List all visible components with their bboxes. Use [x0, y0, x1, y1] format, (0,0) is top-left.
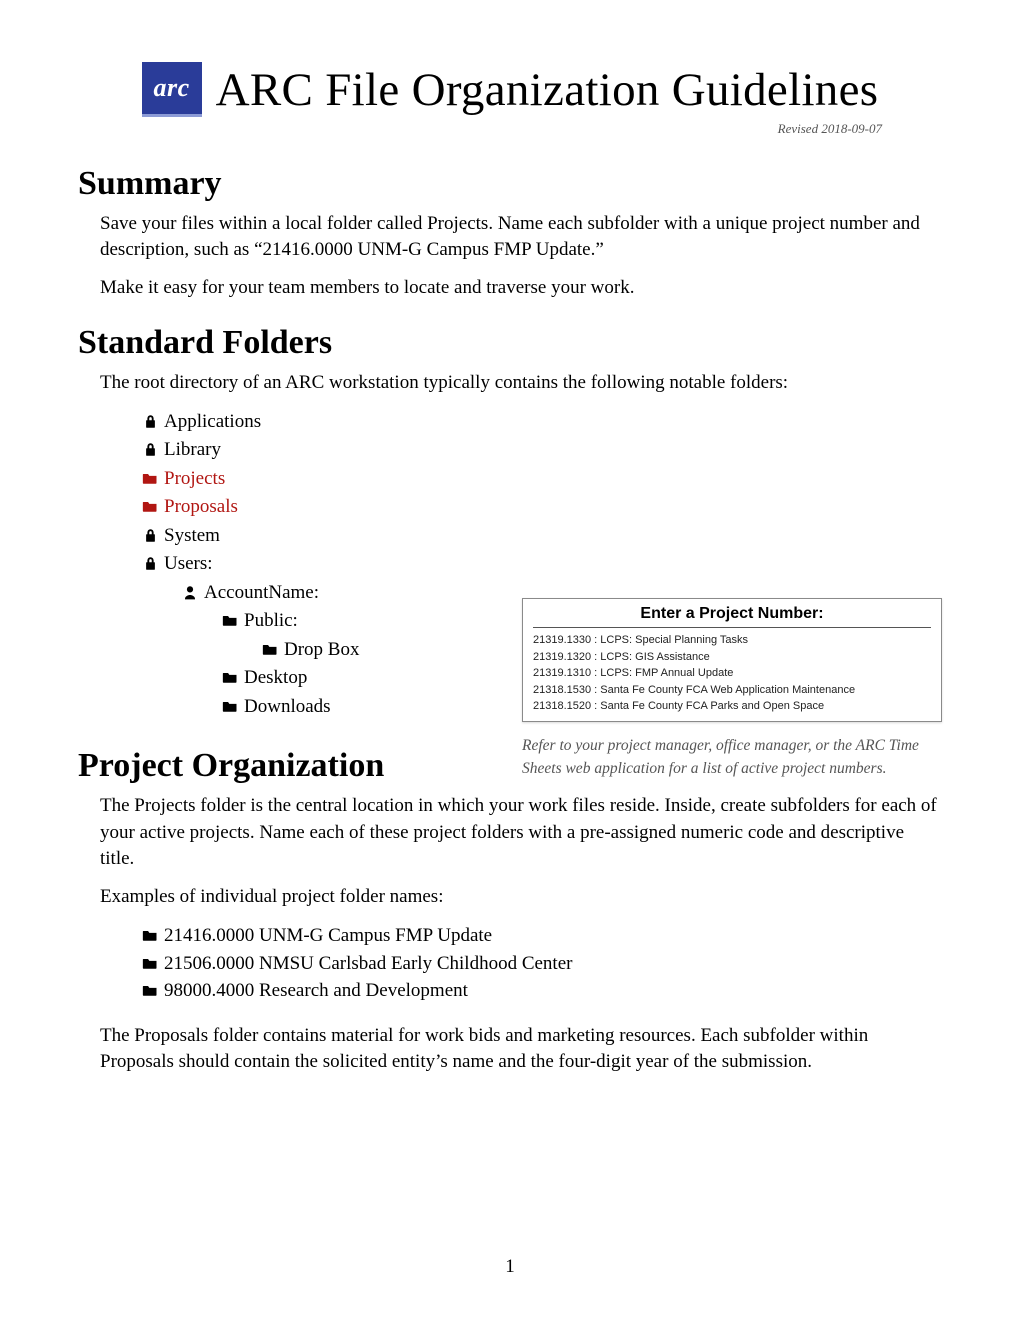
project-row: 21318.1530 : Santa Fe County FCA Web App…	[533, 682, 931, 699]
project-row: 21319.1310 : LCPS: FMP Annual Update	[533, 665, 931, 682]
project-row: 21319.1330 : LCPS: Special Planning Task…	[533, 632, 931, 649]
heading-summary: Summary	[78, 165, 942, 203]
heading-standard-folders: Standard Folders	[78, 324, 942, 362]
lock-icon	[140, 436, 160, 465]
revised-date: Revised 2018-09-07	[78, 121, 882, 137]
example-item: 98000.4000 Research and Development	[164, 980, 468, 1001]
folder-label: System	[164, 525, 220, 546]
folder-icon	[140, 922, 160, 950]
project-lookup-heading: Enter a Project Number:	[533, 605, 931, 627]
project-org-paragraph-2: The Proposals folder contains material f…	[100, 1023, 942, 1075]
folder-icon	[260, 636, 280, 665]
folder-label: Public:	[244, 610, 298, 631]
standard-intro: The root directory of an ARC workstation…	[100, 370, 942, 396]
person-icon	[180, 579, 200, 608]
project-row: 21318.1520 : Santa Fe County FCA Parks a…	[533, 698, 931, 715]
folder-label: Library	[164, 439, 221, 460]
lock-icon	[140, 550, 160, 579]
page-number: 1	[0, 1256, 1020, 1278]
folder-label: Users:	[164, 553, 213, 574]
project-lookup-panel: Enter a Project Number: 21319.1330 : LCP…	[522, 598, 942, 780]
examples-list: 21416.0000 UNM-G Campus FMP Update 21506…	[140, 922, 942, 1005]
folder-icon	[140, 977, 160, 1005]
folder-label: Applications	[164, 411, 261, 432]
folder-icon	[140, 493, 160, 522]
summary-paragraph-1: Save your files within a local folder ca…	[100, 211, 942, 263]
folder-icon	[140, 950, 160, 978]
page-title: ARC File Organization Guidelines	[216, 63, 879, 117]
folder-icon	[220, 664, 240, 693]
divider	[533, 627, 931, 628]
folder-icon	[220, 693, 240, 722]
folder-label: Proposals	[164, 496, 238, 517]
folder-label: Projects	[164, 468, 225, 489]
example-item: 21506.0000 NMSU Carlsbad Early Childhood…	[164, 953, 572, 974]
folder-label: Drop Box	[284, 639, 359, 660]
summary-paragraph-2: Make it easy for your team members to lo…	[100, 275, 942, 301]
examples-label: Examples of individual project folder na…	[100, 884, 942, 910]
project-org-paragraph-1: The Projects folder is the central locat…	[100, 793, 942, 872]
folder-icon	[140, 465, 160, 494]
folder-label: AccountName:	[204, 582, 319, 603]
example-item: 21416.0000 UNM-G Campus FMP Update	[164, 925, 492, 946]
arc-logo: arc	[142, 62, 202, 117]
lock-icon	[140, 408, 160, 437]
folder-label: Downloads	[244, 696, 331, 717]
lock-icon	[140, 522, 160, 551]
project-lookup-caption: Refer to your project manager, office ma…	[522, 734, 942, 781]
project-row: 21319.1320 : LCPS: GIS Assistance	[533, 649, 931, 666]
folder-label: Desktop	[244, 667, 307, 688]
folder-icon	[220, 607, 240, 636]
